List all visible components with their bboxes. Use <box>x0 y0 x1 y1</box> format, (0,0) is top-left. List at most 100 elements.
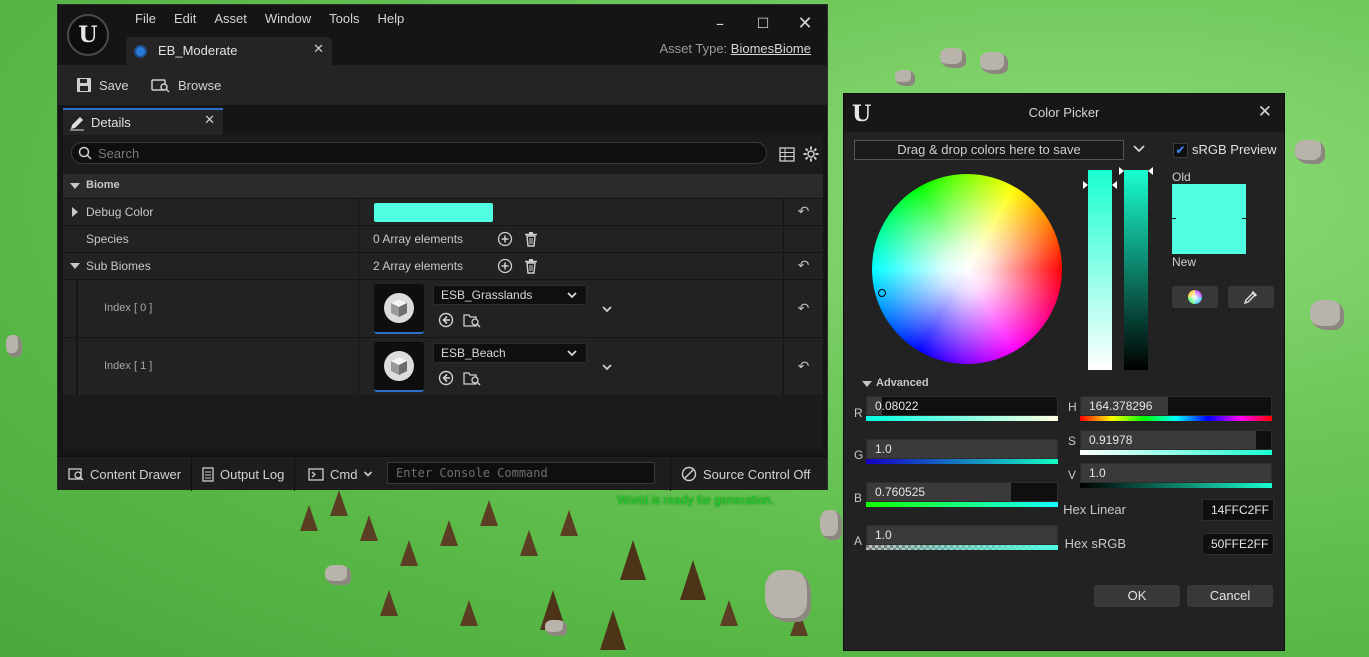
browse-button[interactable]: Browse <box>151 75 221 95</box>
green-spinbox[interactable]: 1.0 <box>866 439 1058 459</box>
add-element-icon[interactable] <box>497 258 513 274</box>
chevron-down-icon[interactable] <box>601 360 613 374</box>
menu-help[interactable]: Help <box>368 11 413 26</box>
close-icon[interactable]: ✕ <box>791 13 819 35</box>
saturation-gradient-bar[interactable] <box>1080 450 1272 455</box>
debug-color-swatch[interactable] <box>374 203 493 222</box>
expand-arrow-icon[interactable] <box>72 207 78 217</box>
source-control-button[interactable]: Source Control Off <box>670 457 820 491</box>
rock <box>895 70 915 86</box>
details-tab[interactable]: Details ✕ <box>63 108 223 135</box>
reset-to-default-icon[interactable]: ↶ <box>783 253 823 279</box>
use-selected-icon[interactable] <box>438 312 454 328</box>
menu-file[interactable]: File <box>126 11 165 26</box>
color-picker-titlebar: U Color Picker ✕ <box>844 94 1284 132</box>
biome-asset-icon <box>134 45 147 58</box>
chevron-down-icon[interactable] <box>601 302 613 316</box>
cmd-dropdown[interactable]: Cmd <box>298 457 383 491</box>
browse-to-asset-icon[interactable] <box>463 312 481 328</box>
color-wheel-mode-button[interactable] <box>1172 286 1218 308</box>
menu-window[interactable]: Window <box>256 11 320 26</box>
collapse-arrow-icon[interactable] <box>862 381 872 387</box>
red-spinbox[interactable]: 0.08022 <box>866 396 1058 416</box>
minimize-icon[interactable]: – <box>706 13 734 35</box>
asset-name: ESB_Grasslands <box>441 288 533 302</box>
reset-to-default-icon[interactable]: ↶ <box>783 199 823 225</box>
maximize-icon[interactable]: ☐ <box>749 13 777 35</box>
asset-type-info: Asset Type: BiomesBiome <box>659 41 811 56</box>
console-box <box>387 462 655 484</box>
menu-tools[interactable]: Tools <box>320 11 368 26</box>
console-command-input[interactable] <box>388 463 654 483</box>
indent-guide <box>76 280 78 337</box>
close-icon[interactable]: ✕ <box>1258 102 1272 122</box>
close-tab-icon[interactable]: ✕ <box>313 42 324 57</box>
content-drawer-button[interactable]: Content Drawer <box>58 457 193 491</box>
reset-to-default-icon[interactable]: ↶ <box>783 280 823 337</box>
tree <box>460 600 478 626</box>
hex-srgb-label: Hex sRGB <box>1064 536 1126 551</box>
ok-button[interactable]: OK <box>1094 585 1180 607</box>
blue-spinbox[interactable]: 0.760525 <box>866 482 1058 502</box>
species-label: Species <box>86 232 129 246</box>
trash-icon[interactable] <box>523 258 539 274</box>
color-theme-drop-zone[interactable]: Drag & drop colors here to save <box>854 140 1124 160</box>
chevron-down-icon <box>567 350 577 357</box>
close-details-tab-icon[interactable]: ✕ <box>204 113 215 128</box>
hex-srgb-input[interactable]: 50FFE2FF <box>1202 533 1274 555</box>
property-name-cell: Species <box>63 226 359 252</box>
srgb-preview-checkbox[interactable]: ✔ <box>1173 143 1188 158</box>
asset-type-link[interactable]: BiomesBiome <box>731 41 811 56</box>
settings-gear-icon[interactable] <box>803 146 819 162</box>
eyedropper-button[interactable] <box>1228 286 1274 308</box>
menu-asset[interactable]: Asset <box>205 11 256 26</box>
reset-to-default-icon[interactable]: ↶ <box>783 338 823 395</box>
new-color-label: New <box>1172 255 1197 269</box>
asset-thumbnail[interactable] <box>374 284 424 334</box>
source-control-label: Source Control Off <box>703 466 811 482</box>
indent-guide <box>76 338 78 395</box>
output-log-button[interactable]: Output Log <box>192 457 296 491</box>
document-tab[interactable]: EB_Moderate ✕ <box>126 37 332 65</box>
slider-marker <box>1112 181 1117 189</box>
property-sub-biomes: Sub Biomes 2 Array elements ↶ <box>63 252 823 279</box>
trash-icon[interactable] <box>523 231 539 247</box>
cancel-button[interactable]: Cancel <box>1187 585 1273 607</box>
saturation-slider[interactable] <box>1088 170 1112 370</box>
add-element-icon[interactable] <box>497 231 513 247</box>
cmd-label: Cmd <box>330 466 358 482</box>
green-gradient-bar[interactable] <box>866 459 1058 464</box>
save-button[interactable]: Save <box>76 75 129 95</box>
use-selected-icon[interactable] <box>438 370 454 386</box>
color-wheel-marker[interactable] <box>878 289 886 297</box>
value-gradient-bar[interactable] <box>1080 483 1272 488</box>
saturation-spinbox[interactable]: 0.91978 <box>1080 430 1272 450</box>
spinbox-fill <box>1081 464 1271 482</box>
color-wheel[interactable] <box>872 174 1062 364</box>
asset-thumbnail[interactable] <box>374 342 424 392</box>
rock <box>1295 140 1325 164</box>
save-label: Save <box>99 77 129 93</box>
menu-bar: File Edit Asset Window Tools Help <box>126 11 413 26</box>
asset-picker-combo[interactable]: ESB_Grasslands <box>433 285 587 305</box>
menu-edit[interactable]: Edit <box>165 11 205 26</box>
species-count: 0 Array elements <box>373 232 464 246</box>
chevron-down-icon[interactable] <box>1132 143 1146 155</box>
srgb-preview-label: sRGB Preview <box>1192 142 1277 157</box>
rock <box>545 620 567 636</box>
table-view-icon[interactable] <box>779 147 795 162</box>
search-box <box>71 142 767 164</box>
hex-linear-input[interactable]: 14FFC2FF <box>1202 499 1274 521</box>
hue-spinbox[interactable]: 164.378296 <box>1080 396 1272 416</box>
collapse-arrow-icon[interactable] <box>70 263 80 269</box>
category-biome[interactable]: Biome <box>63 174 823 198</box>
property-name-cell: Index [ 0 ] <box>63 280 359 337</box>
search-input[interactable] <box>98 144 758 162</box>
slider-marker <box>1119 167 1124 175</box>
hue-gradient-bar[interactable] <box>1080 416 1272 421</box>
asset-picker-combo[interactable]: ESB_Beach <box>433 343 587 363</box>
value-slider[interactable] <box>1124 170 1148 370</box>
browse-to-asset-icon[interactable] <box>463 370 481 386</box>
red-gradient-bar[interactable] <box>866 416 1058 421</box>
value-spinbox[interactable]: 1.0 <box>1080 463 1272 483</box>
